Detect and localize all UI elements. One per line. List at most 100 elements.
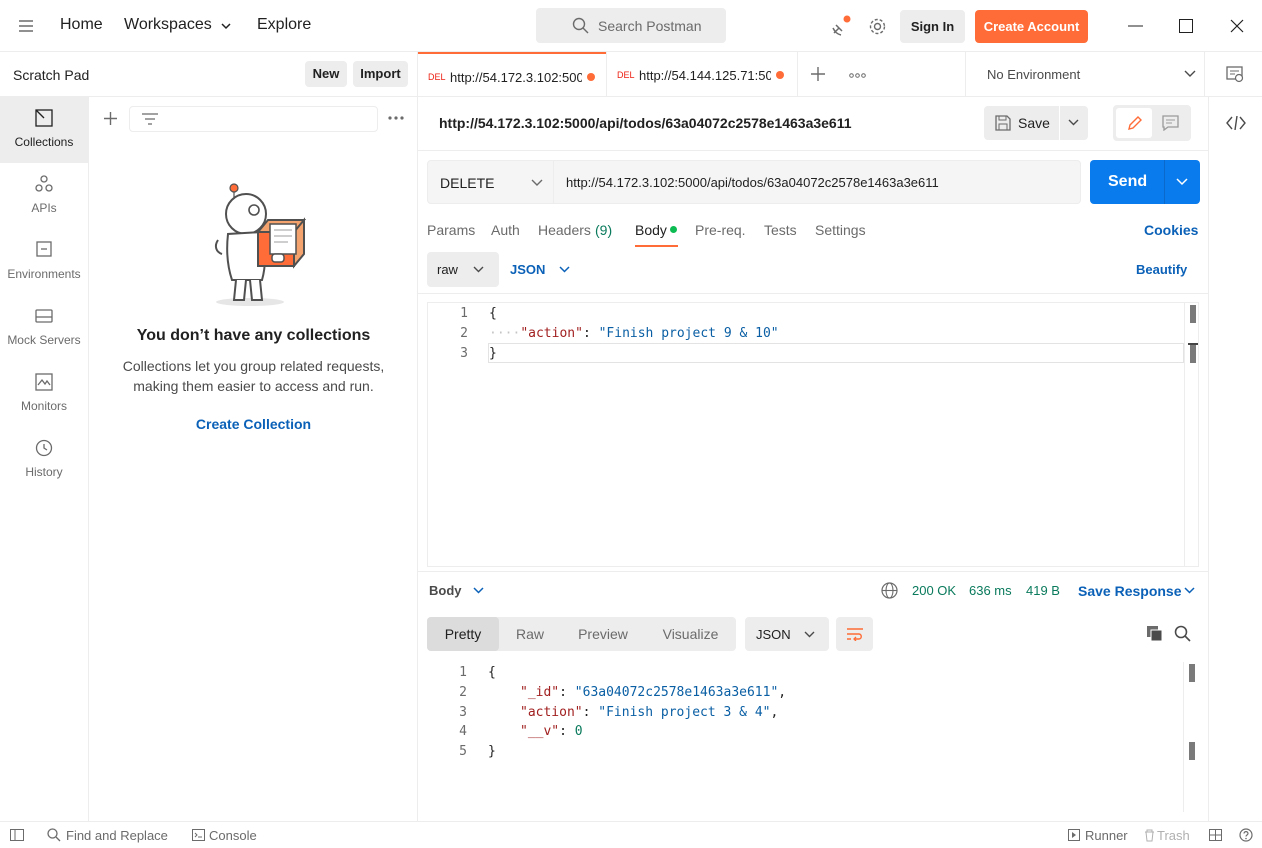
search-input[interactable]: Search Postman — [536, 8, 726, 43]
save-button[interactable]: Save — [984, 106, 1088, 140]
unsaved-dot — [587, 73, 595, 81]
save-response-button[interactable]: Save Response — [1078, 583, 1182, 599]
code-icon[interactable] — [1226, 116, 1246, 130]
new-tab-icon[interactable] — [811, 67, 825, 81]
sidebar-item-apis[interactable]: APIs — [0, 163, 88, 229]
chevron-down-icon[interactable] — [221, 21, 231, 31]
send-label: Send — [1108, 173, 1148, 190]
two-pane-icon[interactable] — [1209, 829, 1222, 841]
sidebar-item-history[interactable]: History — [0, 427, 88, 493]
active-line-highlight — [488, 343, 1184, 363]
scratch-pad-header: Scratch Pad New Import — [0, 52, 418, 97]
sidebar-item-mock-servers[interactable]: Mock Servers — [0, 295, 88, 361]
tab-url: http://54.144.125.71:500 — [639, 68, 771, 83]
trash-button[interactable]: Trash — [1157, 828, 1190, 843]
request-body-editor[interactable]: 1 2 3 { ····"action": "Finish project 9 … — [427, 302, 1199, 567]
chevron-down-icon[interactable] — [559, 266, 570, 274]
comment-icon[interactable] — [1162, 115, 1179, 131]
copy-icon[interactable] — [1146, 625, 1164, 642]
chevron-down-icon[interactable] — [1068, 119, 1079, 127]
response-body-label[interactable]: Body — [429, 583, 462, 598]
runner-button[interactable]: Runner — [1085, 828, 1128, 843]
view-pretty[interactable]: Pretty — [427, 617, 499, 651]
scrollbar-thumb[interactable] — [1190, 305, 1196, 323]
close-icon[interactable] — [1230, 19, 1244, 33]
tab-body[interactable]: Body — [635, 222, 667, 238]
sidebar-item-label: Mock Servers — [7, 333, 81, 347]
tab-options-icon[interactable] — [849, 73, 866, 78]
sidebar-item-environments[interactable]: Environments — [0, 229, 88, 295]
chevron-down-icon[interactable] — [1184, 587, 1195, 595]
view-preview[interactable]: Preview — [561, 617, 645, 651]
monitors-icon — [35, 373, 53, 391]
scrollbar-thumb[interactable] — [1189, 664, 1195, 682]
line-number: 3 — [460, 346, 468, 361]
tab-params[interactable]: Params — [427, 222, 475, 238]
method-select[interactable]: DELETE — [427, 160, 554, 204]
import-button[interactable]: Import — [353, 61, 408, 87]
tab-auth[interactable]: Auth — [491, 222, 520, 238]
search-placeholder: Search Postman — [598, 18, 702, 34]
create-account-button[interactable]: Create Account — [975, 10, 1088, 43]
tab-request-1[interactable]: DEL http://54.172.3.102:500 — [418, 52, 606, 97]
chevron-down-icon — [473, 266, 484, 274]
chevron-down-icon[interactable] — [1176, 178, 1188, 186]
nav-explore[interactable]: Explore — [257, 16, 311, 34]
line-number: 5 — [459, 744, 467, 759]
url-input[interactable]: http://54.172.3.102:5000/api/todos/63a04… — [554, 160, 1081, 204]
more-options-icon[interactable] — [388, 116, 404, 120]
send-button[interactable]: Send — [1090, 160, 1200, 204]
minimize-icon[interactable] — [1128, 25, 1144, 27]
headers-count: (9) — [595, 222, 613, 238]
new-button[interactable]: New — [305, 61, 347, 87]
view-raw[interactable]: Raw — [499, 617, 561, 651]
add-collection-icon[interactable] — [103, 111, 118, 126]
tab-settings[interactable]: Settings — [815, 222, 866, 238]
status-bar: Find and Replace Console Runner Trash — [0, 821, 1262, 848]
toggle-sidebar-icon[interactable] — [10, 829, 24, 841]
help-icon[interactable] — [1239, 828, 1253, 842]
environment-select[interactable]: No Environment — [965, 52, 1205, 97]
runner-icon — [1068, 829, 1080, 841]
mock-servers-icon — [35, 309, 53, 323]
sidebar-item-collections[interactable]: Collections — [0, 97, 88, 163]
satellite-icon[interactable] — [830, 15, 852, 37]
chevron-down-icon[interactable] — [473, 587, 484, 595]
sidebar-item-monitors[interactable]: Monitors — [0, 361, 88, 427]
wrap-lines-button[interactable] — [836, 617, 873, 651]
nav-workspaces[interactable]: Workspaces — [124, 16, 212, 34]
collection-filter-input[interactable] — [129, 106, 378, 132]
response-size[interactable]: 419 B — [1026, 583, 1060, 598]
create-collection-link[interactable]: Create Collection — [89, 416, 418, 432]
environment-quick-look-icon[interactable] — [1226, 66, 1244, 83]
response-divider[interactable] — [418, 571, 1208, 572]
request-title[interactable]: http://54.172.3.102:5000/api/todos/63a04… — [439, 115, 852, 131]
response-body-viewer[interactable]: 1 2 3 4 5 { "_id": "63a04072c2578e1463a3… — [427, 662, 1199, 812]
edit-mode-button[interactable] — [1116, 108, 1152, 138]
cookies-link[interactable]: Cookies — [1144, 222, 1198, 238]
response-time[interactable]: 636 ms — [969, 583, 1012, 598]
gear-icon[interactable] — [868, 17, 887, 36]
sign-in-button[interactable]: Sign In — [900, 10, 965, 43]
beautify-button[interactable]: Beautify — [1136, 262, 1187, 277]
console-button[interactable]: Console — [209, 828, 257, 843]
tab-tests[interactable]: Tests — [764, 222, 797, 238]
response-status[interactable]: 200 OK — [912, 583, 956, 598]
line-number: 2 — [459, 685, 467, 700]
body-format-select[interactable]: JSON — [510, 262, 545, 277]
body-mode-select[interactable]: raw — [427, 252, 499, 287]
maximize-icon[interactable] — [1179, 19, 1193, 33]
collections-icon — [35, 109, 53, 127]
nav-home[interactable]: Home — [60, 16, 103, 34]
find-replace-button[interactable]: Find and Replace — [66, 828, 168, 843]
search-icon[interactable] — [1174, 625, 1191, 642]
menu-icon[interactable] — [18, 19, 34, 33]
response-format-select[interactable]: JSON — [745, 617, 829, 651]
globe-icon[interactable] — [881, 582, 898, 599]
tab-request-2[interactable]: DEL http://54.144.125.71:500 — [606, 52, 798, 97]
tab-headers[interactable]: Headers — [538, 222, 591, 238]
tab-prereq[interactable]: Pre-req. — [695, 222, 746, 238]
console-icon — [192, 829, 205, 841]
empty-collections-line2: making them easier to access and run. — [133, 378, 374, 394]
view-visualize[interactable]: Visualize — [645, 617, 736, 651]
